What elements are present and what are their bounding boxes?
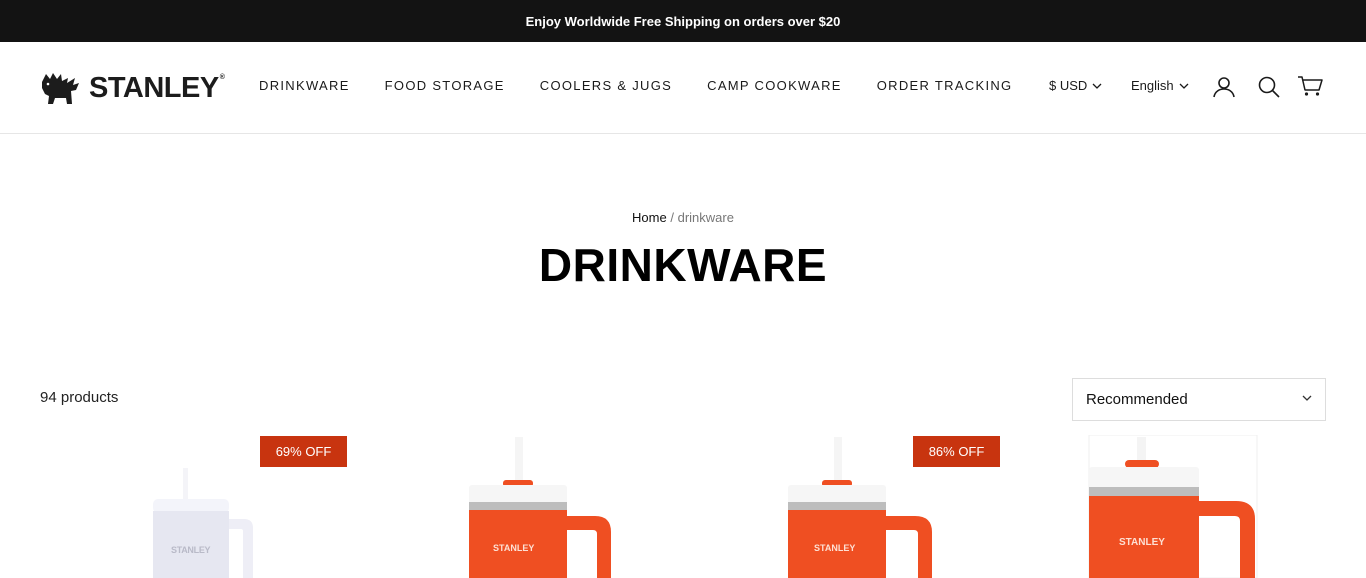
currency-selector[interactable]: $ USD xyxy=(1049,78,1102,94)
chevron-down-icon xyxy=(1179,83,1189,89)
sort-select[interactable]: Recommended xyxy=(1072,378,1326,421)
nav-food-storage[interactable]: FOOD STORAGE xyxy=(385,78,505,94)
breadcrumb-separator: / xyxy=(670,210,674,225)
product-logo-text: STANLEY xyxy=(814,543,856,553)
product-logo-text: STANLEY xyxy=(1119,537,1165,548)
account-button[interactable] xyxy=(1212,75,1236,104)
chevron-down-icon xyxy=(1302,395,1312,401)
product-logo-text: STANLEY xyxy=(493,543,535,553)
announcement-bar: Enjoy Worldwide Free Shipping on orders … xyxy=(0,0,1366,42)
product-image xyxy=(153,468,253,578)
product-card[interactable]: STANLEY xyxy=(1000,435,1326,578)
product-card[interactable]: STANLEY xyxy=(360,435,680,578)
site-header: STANLEY® DRINKWARE FOOD STORAGE COOLERS … xyxy=(0,42,1366,134)
product-logo-text: STANLEY xyxy=(171,545,211,555)
nav-drinkware[interactable]: DRINKWARE xyxy=(259,78,350,94)
product-image xyxy=(469,437,611,578)
bear-logo-icon xyxy=(42,73,79,104)
breadcrumb-home[interactable]: Home xyxy=(632,210,667,225)
breadcrumb-current: drinkware xyxy=(677,210,734,225)
product-card[interactable]: 86% OFF STANLEY xyxy=(680,435,1000,578)
chevron-down-icon xyxy=(1092,83,1102,89)
nav-coolers-jugs[interactable]: COOLERS & JUGS xyxy=(540,78,672,94)
product-card[interactable]: 69% OFF STANLEY xyxy=(40,435,360,578)
language-label: English xyxy=(1131,78,1174,93)
product-count: 94 products xyxy=(40,389,119,406)
currency-label: $ USD xyxy=(1049,78,1088,93)
discount-badge: 86% OFF xyxy=(913,436,1000,467)
announcement-text: Enjoy Worldwide Free Shipping on orders … xyxy=(525,13,841,29)
language-selector[interactable]: English xyxy=(1131,78,1189,94)
discount-badge: 69% OFF xyxy=(260,436,347,467)
account-icon xyxy=(1213,77,1235,98)
cart-icon xyxy=(1298,76,1323,96)
product-image xyxy=(1088,435,1258,578)
breadcrumb: Home / drinkware xyxy=(0,210,1366,225)
sort-selected-label: Recommended xyxy=(1086,391,1188,408)
brand-logo[interactable]: STANLEY® xyxy=(40,69,225,107)
cart-button[interactable] xyxy=(1297,75,1323,102)
brand-wordmark: STANLEY® xyxy=(89,71,225,104)
nav-order-tracking[interactable]: ORDER TRACKING xyxy=(877,78,1013,94)
nav-camp-cookware[interactable]: CAMP COOKWARE xyxy=(707,78,842,94)
search-button[interactable] xyxy=(1257,75,1281,104)
page-title: DRINKWARE xyxy=(538,239,828,291)
search-icon xyxy=(1258,76,1280,98)
main-nav: DRINKWARE FOOD STORAGE COOLERS & JUGS CA… xyxy=(259,78,1047,94)
